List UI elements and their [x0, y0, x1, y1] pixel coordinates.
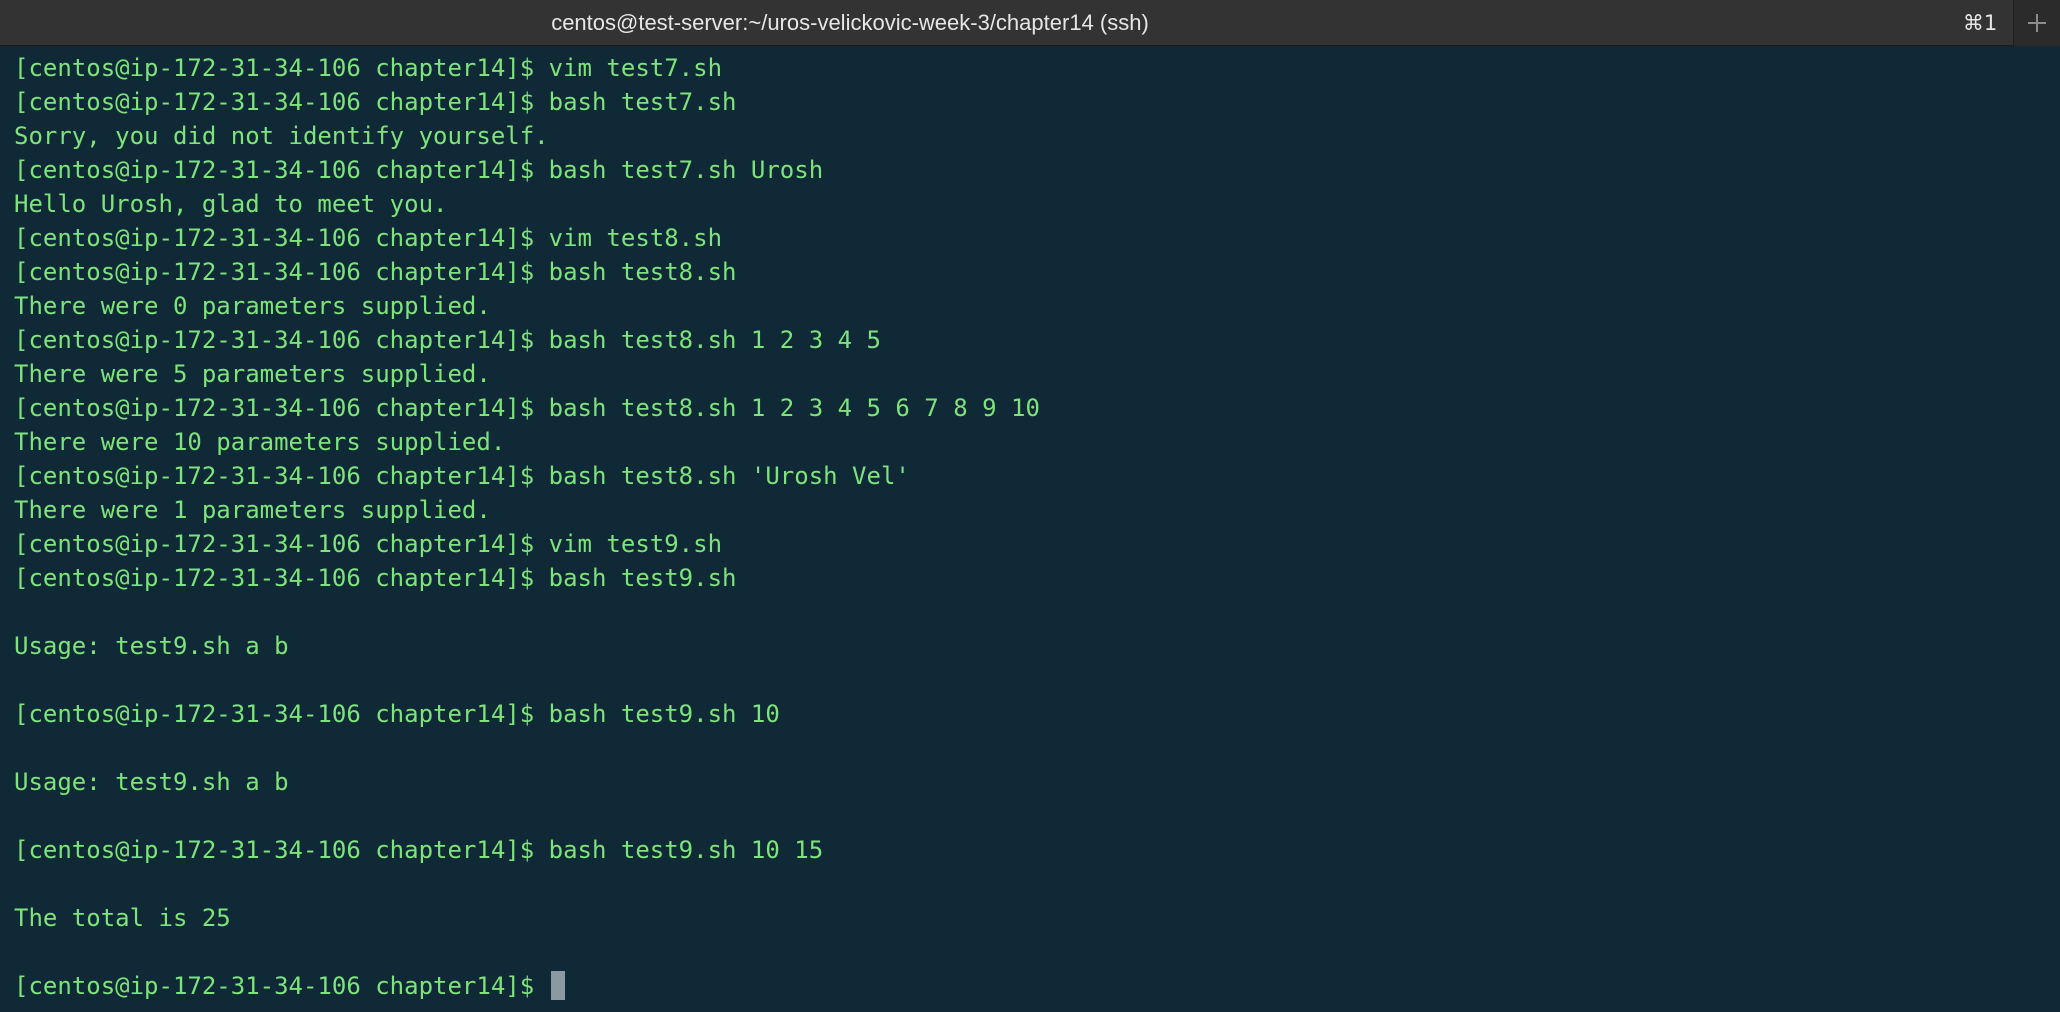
terminal-line: [centos@ip-172-31-34-106 chapter14]$ bas… [14, 156, 824, 184]
terminal-line: [centos@ip-172-31-34-106 chapter14]$ vim… [14, 54, 723, 82]
terminal-line: Usage: test9.sh a b [14, 768, 289, 796]
terminal-line: [centos@ip-172-31-34-106 chapter14]$ bas… [14, 700, 780, 728]
shell-prompt: [centos@ip-172-31-34-106 chapter14]$ [14, 972, 549, 1000]
terminal-line: The total is 25 [14, 904, 231, 932]
terminal-line: [centos@ip-172-31-34-106 chapter14]$ vim… [14, 530, 723, 558]
new-tab-button[interactable] [2013, 0, 2060, 46]
terminal-line: There were 5 parameters supplied. [14, 360, 491, 388]
terminal-line: Sorry, you did not identify yourself. [14, 122, 549, 150]
text-cursor [550, 970, 565, 1000]
terminal-window: centos@test-server:~/uros-velickovic-wee… [0, 0, 2060, 1012]
terminal-line: There were 1 parameters supplied. [14, 496, 491, 524]
active-prompt-line[interactable]: [centos@ip-172-31-34-106 chapter14]$ [14, 969, 2044, 1003]
terminal-line: [centos@ip-172-31-34-106 chapter14]$ bas… [14, 258, 737, 286]
terminal-line: [centos@ip-172-31-34-106 chapter14]$ bas… [14, 564, 737, 592]
terminal-line: [centos@ip-172-31-34-106 chapter14]$ bas… [14, 88, 737, 116]
window-title: centos@test-server:~/uros-velickovic-wee… [551, 10, 1149, 35]
terminal-line: Usage: test9.sh a b [14, 632, 289, 660]
terminal-line: [centos@ip-172-31-34-106 chapter14]$ vim… [14, 224, 723, 252]
tab-shortcut-label: ⌘1 [1962, 11, 1998, 35]
title-bar: centos@test-server:~/uros-velickovic-wee… [0, 0, 2060, 46]
terminal-output[interactable]: [centos@ip-172-31-34-106 chapter14]$ vim… [14, 51, 2044, 1006]
terminal-line: [centos@ip-172-31-34-106 chapter14]$ bas… [14, 326, 881, 354]
terminal-line: Hello Urosh, glad to meet you. [14, 190, 448, 218]
terminal-line: [centos@ip-172-31-34-106 chapter14]$ bas… [14, 462, 910, 490]
terminal-line: [centos@ip-172-31-34-106 chapter14]$ bas… [14, 836, 824, 864]
terminal-line: There were 10 parameters supplied. [14, 428, 506, 456]
terminal-line: [centos@ip-172-31-34-106 chapter14]$ bas… [14, 394, 1040, 422]
plus-icon [2028, 14, 2046, 32]
terminal-line: There were 0 parameters supplied. [14, 292, 491, 320]
